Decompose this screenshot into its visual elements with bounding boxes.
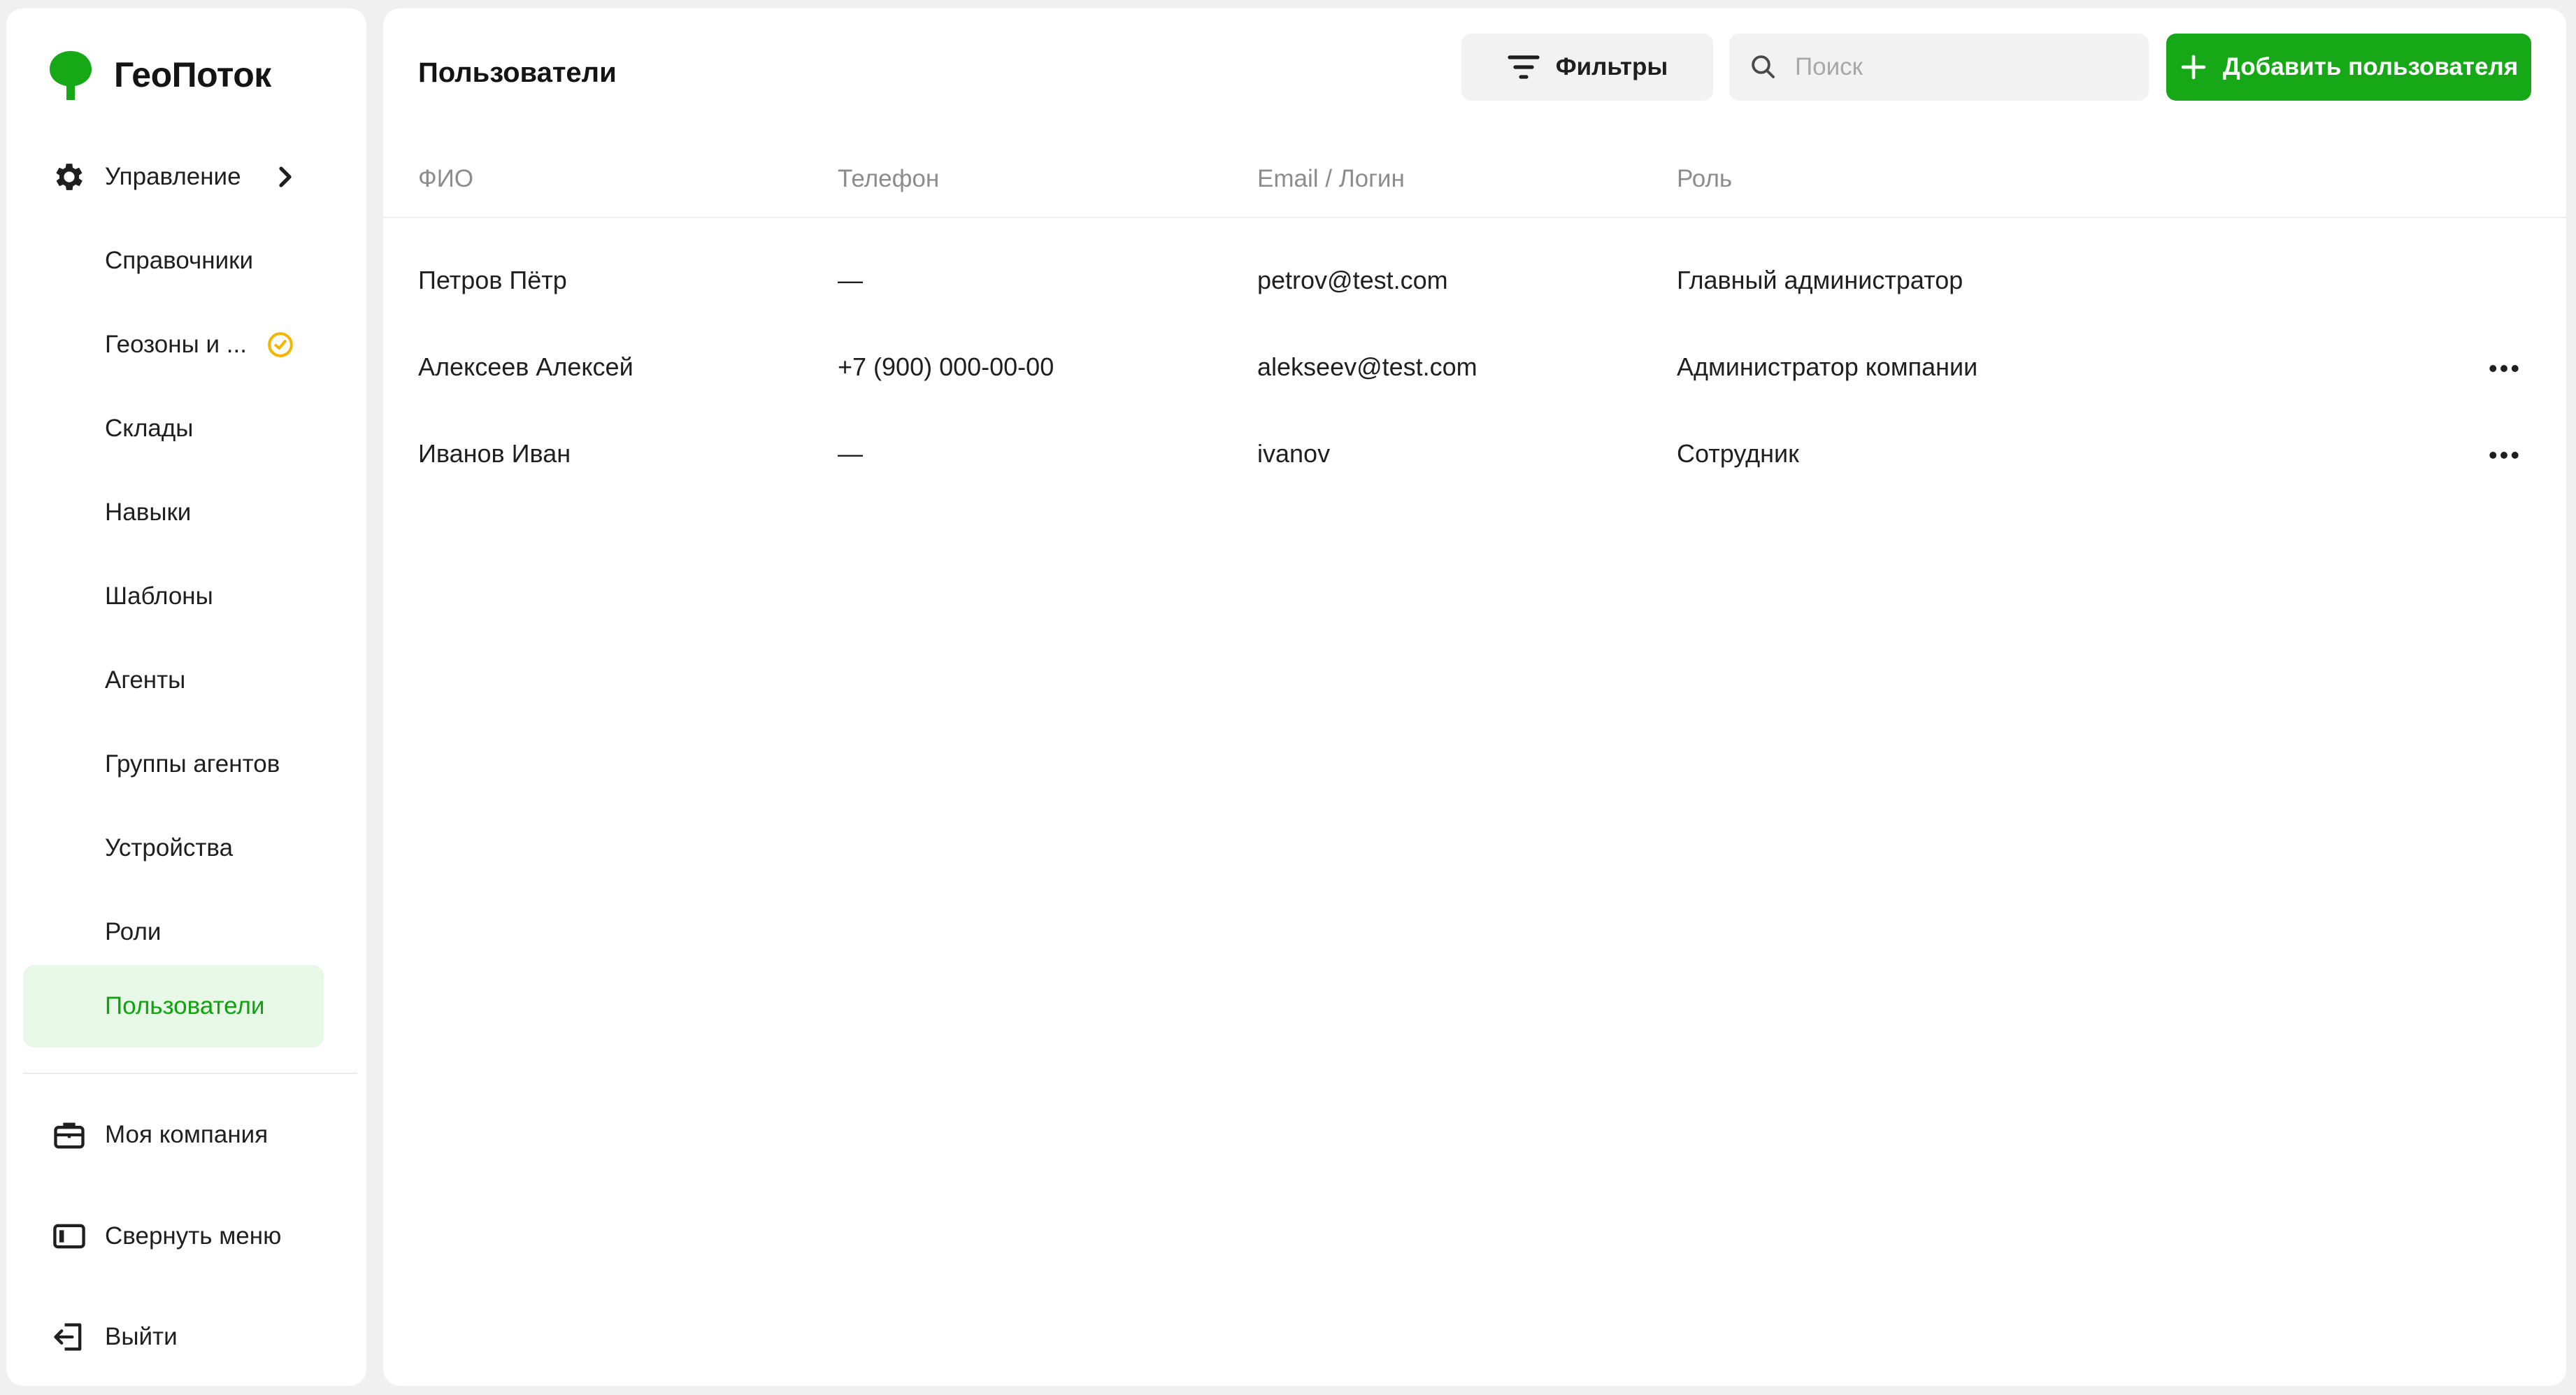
main-panel: Пользователи Фильтры Добавить пользовате… [383,8,2566,1386]
sidebar: ГеоПоток Управление Справочники Геозоны … [6,8,366,1386]
column-header-role: Роль [1677,165,1733,192]
cell-role: Администратор компании [1677,352,1978,381]
sidebar-item-label: Навыки [105,499,192,526]
table-row[interactable]: Петров Пётр — petrov@test.com Главный ад… [383,238,2566,324]
add-user-button[interactable]: Добавить пользователя [2166,34,2531,101]
more-options-icon[interactable] [2485,436,2523,474]
cell-email: petrov@test.com [1257,266,1448,294]
sidebar-item-label: Агенты [105,666,186,694]
column-header-email: Email / Логин [1257,165,1405,192]
sidebar-item-my-company[interactable]: Моя компания [23,1094,324,1176]
cell-name: Иванов Иван [418,439,571,468]
cell-name: Алексеев Алексей [418,352,634,381]
more-options-icon[interactable] [2485,350,2523,387]
plus-icon [2181,55,2206,80]
sidebar-item-templates[interactable]: Шаблоны [23,555,324,638]
sidebar-item-users[interactable]: Пользователи [23,965,324,1047]
column-header-name: ФИО [418,165,473,192]
sidebar-item-label: Склады [105,415,194,442]
logout-icon [54,1323,82,1351]
collapse-menu-icon [53,1224,85,1249]
filters-label: Фильтры [1555,53,1668,80]
gear-icon [56,164,83,190]
filter-icon [1508,55,1540,79]
sidebar-item-label: Моя компания [105,1121,269,1148]
briefcase-icon [54,1122,85,1149]
table-row[interactable]: Алексеев Алексей +7 (900) 000-00-00 alek… [383,324,2566,411]
brand-logo[interactable]: ГеоПоток [43,43,271,106]
sidebar-divider [23,1073,357,1074]
cell-email: alekseev@test.com [1257,352,1477,381]
sidebar-item-label: Геозоны и ... [105,331,247,358]
sidebar-item-label: Выйти [105,1323,178,1350]
sidebar-item-label: Группы агентов [105,750,280,778]
cell-role: Главный администратор [1677,266,1963,294]
sidebar-item-label: Роли [105,918,162,945]
cell-role: Сотрудник [1677,439,1799,468]
cell-name: Петров Пётр [418,266,567,294]
search-box[interactable] [1729,34,2149,101]
cell-phone: — [838,266,863,294]
search-icon [1752,55,1775,78]
collapse-menu-button[interactable]: Свернуть меню [23,1195,324,1278]
add-user-label: Добавить пользователя [2222,53,2519,80]
sidebar-item-geozones[interactable]: Геозоны и ... [23,303,324,386]
search-input[interactable] [1795,53,2131,81]
sidebar-item-label: Свернуть меню [105,1222,282,1250]
sidebar-item-label: Управление [105,163,241,190]
sidebar-item-agents[interactable]: Агенты [23,639,324,722]
sidebar-item-management[interactable]: Управление [23,136,324,218]
sidebar-item-skills[interactable]: Навыки [23,471,324,554]
sidebar-item-agent-groups[interactable]: Группы агентов [23,723,324,806]
brand-name: ГеоПоток [114,55,271,94]
table-header: ФИО Телефон Email / Логин Роль [383,148,2566,218]
column-header-phone: Телефон [838,165,940,192]
clock-icon [268,332,293,357]
sidebar-item-references[interactable]: Справочники [23,220,324,302]
logo-icon [50,51,92,100]
logout-button[interactable]: Выйти [23,1296,324,1378]
page-title: Пользователи [418,57,617,88]
cell-email: ivanov [1257,439,1331,468]
table-row[interactable]: Иванов Иван — ivanov Сотрудник [383,411,2566,498]
sidebar-item-roles[interactable]: Роли [23,891,324,973]
filters-button[interactable]: Фильтры [1461,34,1713,101]
sidebar-item-warehouses[interactable]: Склады [23,387,324,470]
sidebar-item-label: Устройства [105,834,234,861]
sidebar-item-label: Пользователи [105,992,265,1020]
sidebar-item-label: Справочники [105,247,254,274]
chevron-right-icon [279,166,292,187]
cell-phone: — [838,439,863,468]
cell-phone: +7 (900) 000-00-00 [838,352,1054,381]
sidebar-item-label: Шаблоны [105,582,213,610]
sidebar-item-devices[interactable]: Устройства [23,807,324,889]
